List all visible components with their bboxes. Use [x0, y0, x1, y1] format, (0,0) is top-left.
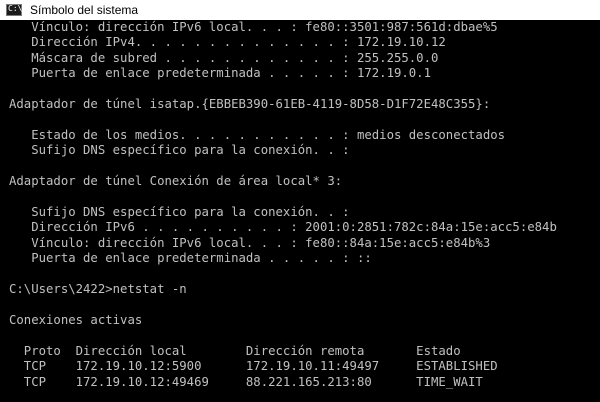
console-line: Adaptador de túnel isatap.{EBBEB390-61EB…: [9, 97, 491, 112]
console-line: Dirección IPv4. . . . . . . . . . . . . …: [9, 35, 446, 50]
table-row: TCP 172.19.10.12:49469 88.221.165.213:80…: [9, 374, 483, 389]
command-prompt-line: C:\Users\2422>netstat -n: [9, 282, 187, 297]
title-bar[interactable]: C:\ Símbolo del sistema: [0, 0, 600, 20]
cmd-icon-glyph: C:\: [8, 4, 23, 13]
section-heading: Conexiones activas: [9, 313, 143, 328]
console-line: Puerta de enlace predeterminada . . . . …: [9, 251, 372, 266]
console-line: Vínculo: dirección IPv6 local. . . : fe8…: [9, 20, 498, 34]
console-line: Dirección IPv6 . . . . . . . . . . : 200…: [9, 220, 557, 235]
cmd-icon: C:\: [6, 4, 22, 16]
console-line: Adaptador de túnel Conexión de área loca…: [9, 174, 343, 189]
console-line: Sufijo DNS específico para la conexión. …: [9, 205, 350, 220]
console-line: Máscara de subred . . . . . . . . . . . …: [9, 50, 439, 65]
console-line: Vínculo: dirección IPv6 local. . . : fe8…: [9, 235, 491, 250]
window-title: Símbolo del sistema: [30, 3, 139, 17]
console-line: Sufijo DNS específico para la conexión. …: [9, 143, 350, 158]
console-output[interactable]: Vínculo: dirección IPv6 local. . . : fe8…: [9, 20, 600, 402]
table-row: TCP 172.19.10.12:5900 172.19.10.11:49497…: [9, 359, 498, 374]
command-prompt-window: C:\ Símbolo del sistema Vínculo: direcci…: [0, 0, 600, 402]
console-line: Estado de los medios. . . . . . . . . . …: [9, 127, 506, 142]
table-header: Proto Dirección local Dirección remota E…: [9, 343, 461, 358]
console-line: Puerta de enlace predeterminada . . . . …: [9, 66, 431, 81]
